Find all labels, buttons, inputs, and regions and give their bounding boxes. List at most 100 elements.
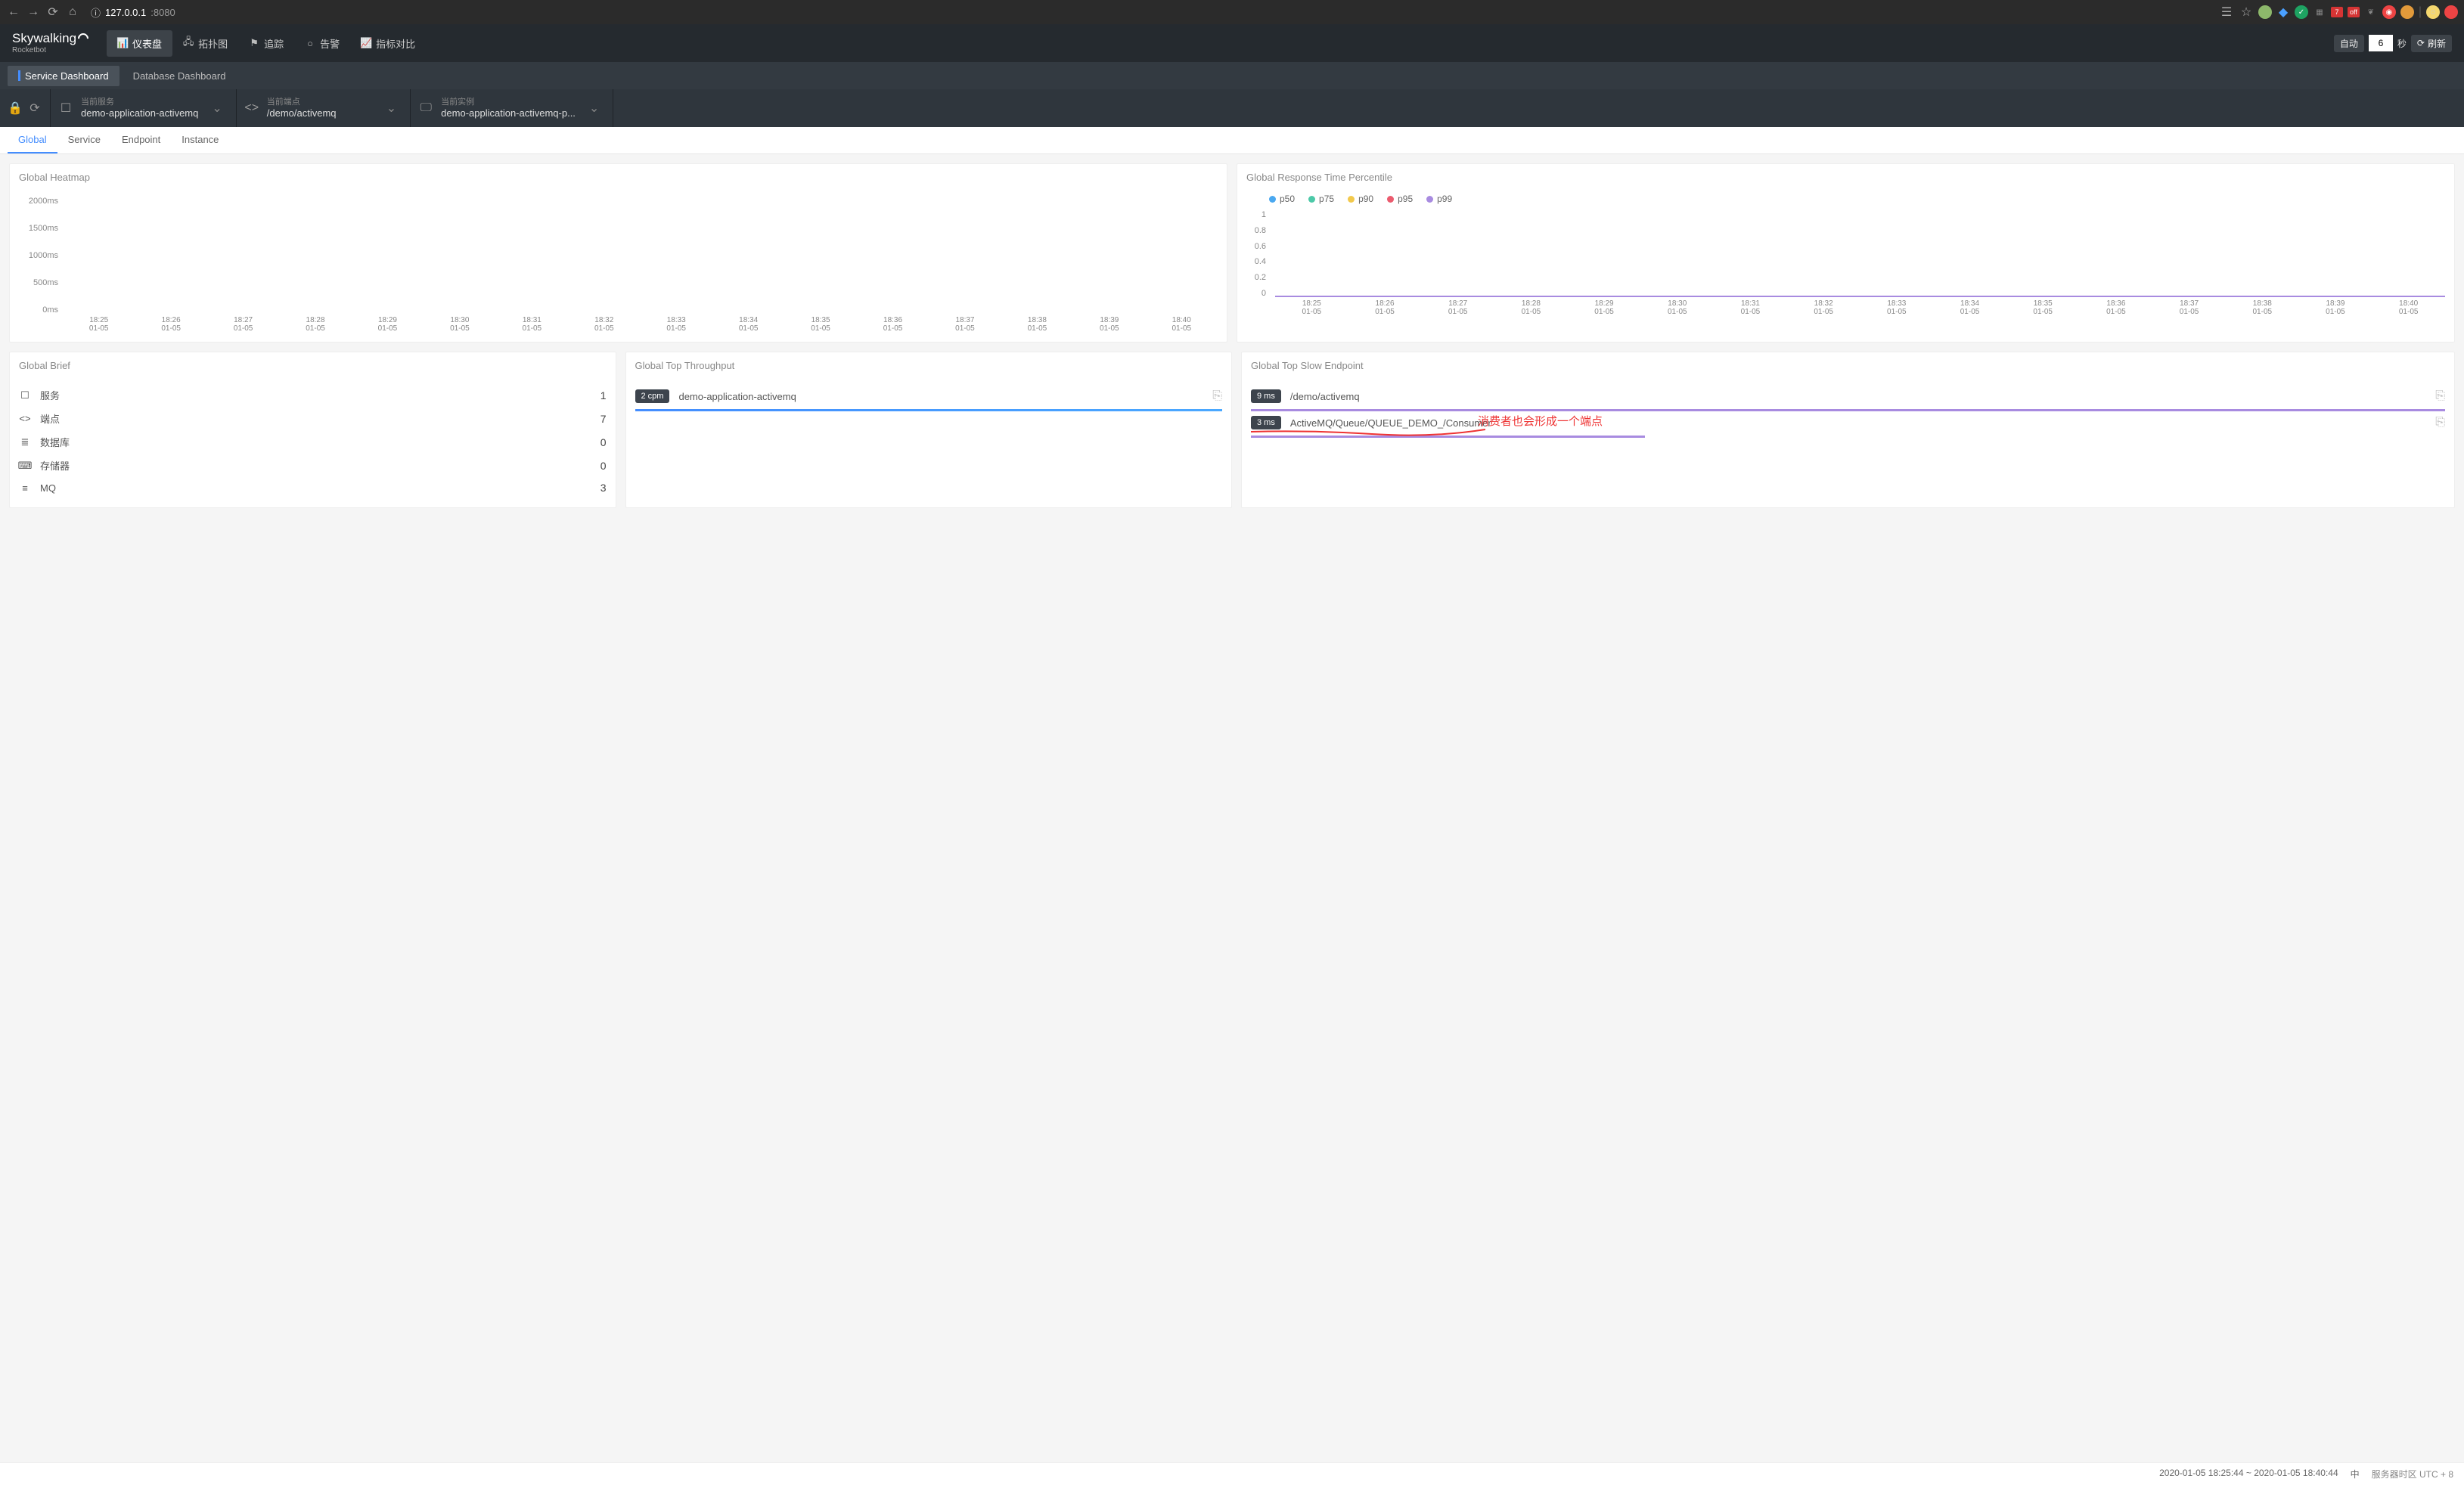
panel-slow: Global Top Slow Endpoint 9 ms/demo/activ… [1241, 352, 2455, 508]
topology-icon: 🖧 [183, 38, 194, 48]
logo-sub: Rocketbot [12, 46, 88, 54]
nav-dashboard[interactable]: 📊 仪表盘 [107, 30, 172, 57]
reload-selector-icon[interactable]: ⟳ [29, 102, 41, 114]
brief-item: ⌨存储器0 [19, 454, 607, 477]
diamond-icon[interactable]: ◆ [2276, 5, 2290, 19]
copy-icon[interactable]: ⎘ [2435, 416, 2445, 429]
legend-item-p75[interactable]: p75 [1308, 194, 1334, 204]
brief-icon: ⌨ [19, 460, 31, 472]
leaf-icon[interactable]: ❦ [2364, 5, 2378, 19]
brief-list: ☐服务1<>端点7≣数据库0⌨存储器0≡MQ3 [10, 379, 616, 507]
endpoint-selector[interactable]: <> 当前端点 /demo/activemq ⌄ [237, 89, 411, 127]
slow-row: 9 ms/demo/activemq⎘ [1251, 385, 2445, 408]
metric-name: ActiveMQ/Queue/QUEUE_DEMO_/Consumer [1290, 417, 2426, 429]
compare-icon: 📈 [361, 38, 371, 48]
alarm-icon: ○ [305, 38, 315, 48]
footer: 2020-01-05 18:25:44 ~ 2020-01-05 18:40:4… [0, 1462, 2464, 1485]
brief-icon: ☐ [19, 389, 31, 401]
heatmap-title: Global Heatmap [10, 164, 1227, 191]
slow-title: Global Top Slow Endpoint [1242, 352, 2454, 379]
content-area: Global Heatmap 2000ms1500ms1000ms500ms0m… [0, 154, 2464, 517]
chevron-down-icon[interactable]: ⌄ [382, 101, 401, 116]
heatmap-x-axis: 18:2501-0518:2601-0518:2701-0518:2801-05… [63, 316, 1218, 333]
url-host: 127.0.0.1 [105, 7, 146, 18]
dashboard-icon: 📊 [117, 38, 128, 48]
nav-alarm[interactable]: ○ 告警 [294, 30, 350, 57]
instance-selector[interactable]: 🖵 当前实例 demo-application-activemq-p... ⌄ [411, 89, 613, 127]
back-icon[interactable]: ← [6, 5, 21, 20]
ext-icon-1[interactable] [2258, 5, 2272, 19]
chevron-down-icon[interactable]: ⌄ [585, 101, 604, 116]
brief-count: 7 [600, 413, 607, 425]
nav-topology[interactable]: 🖧 拓扑图 [172, 30, 238, 57]
service-selector-value: demo-application-activemq [81, 107, 198, 119]
auto-toggle[interactable]: 自动 [2334, 35, 2364, 52]
percentile-y-axis: 10.80.60.40.20 [1246, 210, 1271, 316]
service-selector-label: 当前服务 [81, 98, 198, 107]
slow-list: 9 ms/demo/activemq⎘3 msActiveMQ/Queue/QU… [1242, 379, 2454, 447]
heatmap-y-axis: 2000ms1500ms1000ms500ms0ms [19, 197, 63, 333]
check-circle-icon[interactable]: ✓ [2295, 5, 2308, 19]
panel-throughput: Global Top Throughput 2 cpmdemo-applicat… [625, 352, 1233, 508]
metric-badge: 9 ms [1251, 389, 1281, 403]
panel-percentile: Global Response Time Percentile p50p75p9… [1237, 163, 2455, 343]
home-icon[interactable]: ⌂ [65, 5, 80, 20]
lang-switch[interactable]: 中 [2351, 1468, 2360, 1480]
sub-tabs: Global Service Endpoint Instance [0, 127, 2464, 154]
refresh-button[interactable]: ⟳ 刷新 [2411, 35, 2452, 52]
legend-item-p90[interactable]: p90 [1348, 194, 1373, 204]
interval-input[interactable] [2369, 35, 2393, 51]
tab-service-dashboard[interactable]: Service Dashboard [8, 66, 119, 86]
app-logo: Skywalking Rocketbot [12, 32, 88, 54]
legend-item-p50[interactable]: p50 [1269, 194, 1295, 204]
avatar-icon[interactable]: ☺ [2426, 5, 2440, 19]
dashboard-tabs: Service Dashboard Database Dashboard [0, 62, 2464, 89]
subtab-global[interactable]: Global [8, 127, 57, 153]
star-icon[interactable]: ☆ [2239, 5, 2254, 20]
brief-item: ☐服务1 [19, 383, 607, 407]
record-icon[interactable] [2444, 5, 2458, 19]
brief-icon: ≡ [19, 482, 31, 494]
service-selector[interactable]: ☐ 当前服务 demo-application-activemq ⌄ [51, 89, 237, 127]
brief-title: Global Brief [10, 352, 616, 379]
nav-compare[interactable]: 📈 指标对比 [350, 30, 426, 57]
subtab-service[interactable]: Service [57, 127, 111, 153]
forward-icon[interactable]: → [26, 5, 41, 20]
annotation-underline [1251, 428, 1485, 443]
reload-icon[interactable]: ⟳ [45, 5, 61, 20]
grid-icon[interactable]: ▦ [2313, 5, 2326, 19]
badge-seven[interactable]: 7 [2331, 7, 2343, 17]
trace-icon: ⚑ [249, 38, 259, 48]
percentile-chart: 10.80.60.40.20 18:2501-0518:2601-0518:27… [1246, 210, 2445, 316]
copy-icon[interactable]: ⎘ [1212, 389, 1222, 403]
subtab-instance[interactable]: Instance [171, 127, 229, 153]
divider: | [2419, 5, 2422, 19]
percentile-line [1275, 296, 2445, 297]
brief-label: 存储器 [40, 458, 591, 473]
service-icon: ☐ [60, 102, 72, 114]
metric-badge: 2 cpm [635, 389, 670, 403]
throughput-title: Global Top Throughput [626, 352, 1232, 379]
timezone: 服务器时区 UTC + 8 [2372, 1468, 2453, 1480]
nav-trace[interactable]: ⚑ 追踪 [238, 30, 294, 57]
interval-unit: 秒 [2397, 37, 2407, 50]
fire-icon[interactable]: ◉ [2382, 5, 2396, 19]
logo-main: Skywalking [12, 32, 88, 46]
brief-icon: ≣ [19, 436, 31, 448]
ext-icon-2[interactable] [2400, 5, 2414, 19]
legend-item-p95[interactable]: p95 [1387, 194, 1413, 204]
chevron-down-icon[interactable]: ⌄ [207, 101, 226, 116]
brief-item: <>端点7 [19, 407, 607, 430]
tab-database-dashboard[interactable]: Database Dashboard [123, 66, 237, 86]
url-bar[interactable]: ⓘ 127.0.0.1 :8080 [91, 5, 175, 20]
time-range[interactable]: 2020-01-05 18:25:44 ~ 2020-01-05 18:40:4… [2159, 1468, 2338, 1480]
info-icon: ⓘ [91, 5, 101, 20]
badge-off[interactable]: off [2348, 7, 2360, 17]
selector-bar: 🔒 ⟳ ☐ 当前服务 demo-application-activemq ⌄ <… [0, 89, 2464, 127]
legend-item-p99[interactable]: p99 [1426, 194, 1452, 204]
url-port: :8080 [151, 7, 175, 18]
copy-icon[interactable]: ⎘ [2435, 389, 2445, 403]
subtab-endpoint[interactable]: Endpoint [111, 127, 171, 153]
lock-icon[interactable]: 🔒 [9, 102, 21, 114]
reader-icon[interactable]: ☰ [2219, 5, 2234, 20]
